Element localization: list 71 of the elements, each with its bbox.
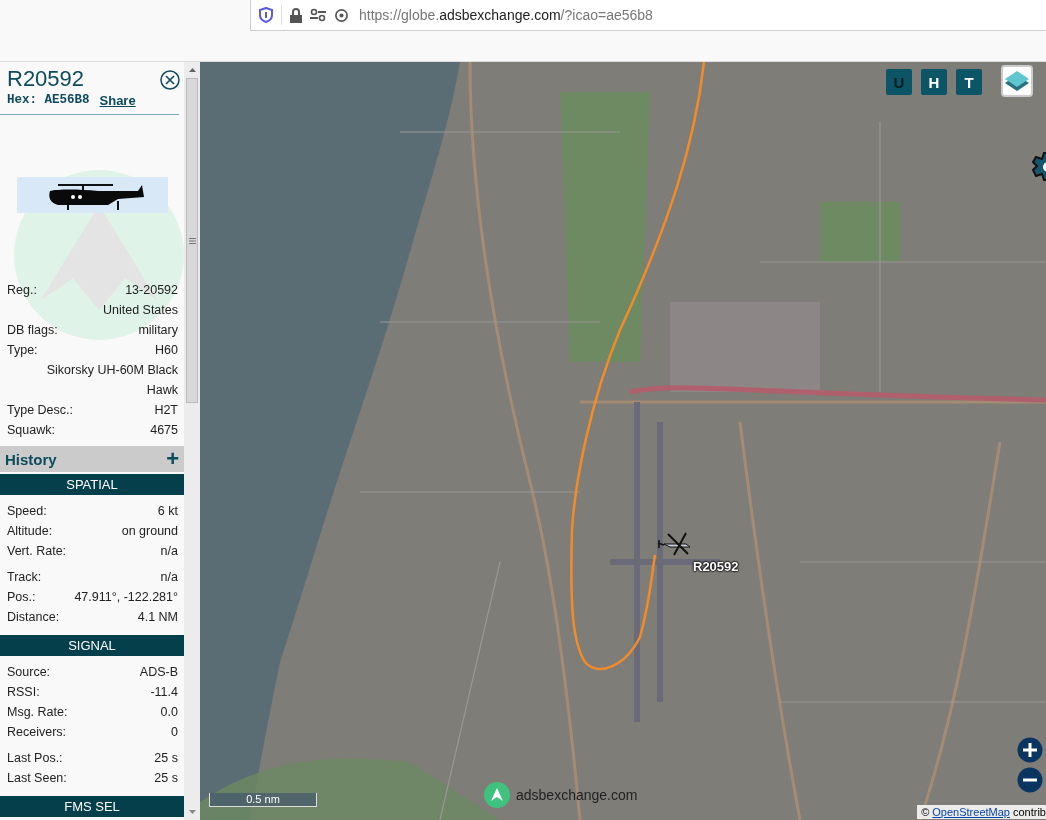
expand-toggle[interactable]: +	[166, 449, 179, 469]
copyright-text: ©	[921, 806, 930, 818]
field-label: Track:	[7, 569, 42, 586]
url-text[interactable]: https://globe.adsbexchange.com/?icao=ae56b8	[359, 7, 653, 23]
lock-icon[interactable]	[290, 7, 302, 23]
field-value: ADS-B	[139, 664, 178, 681]
field-value: H60	[155, 342, 178, 359]
field-value: on ground	[121, 523, 178, 540]
section-header: SIGNAL	[0, 635, 184, 656]
sliders-icon[interactable]	[310, 8, 326, 22]
grip-icon	[188, 237, 196, 244]
logo-icon	[484, 782, 510, 808]
logo-text: adsbexchange.com	[516, 787, 638, 803]
scale-bar: 0.5 nm	[209, 793, 317, 807]
field-value: 47.911°, -122.281°	[74, 589, 178, 606]
scrollbar-thumb[interactable]	[186, 78, 198, 403]
field-label: Altitude:	[7, 523, 53, 540]
field-value: 4.1 NM	[137, 609, 178, 626]
field-label: Reg.:	[7, 282, 37, 299]
aircraft-label: R20592	[693, 559, 739, 574]
field-value: United States	[102, 302, 178, 319]
close-icon	[160, 70, 180, 90]
field-label: Speed:	[7, 503, 47, 520]
close-button[interactable]	[160, 68, 180, 90]
osm-link[interactable]: OpenStreetMap	[932, 806, 1010, 818]
field-value: military	[138, 322, 178, 339]
shield-icon[interactable]	[259, 7, 273, 23]
zoom-out-icon[interactable]	[1017, 767, 1043, 793]
field-label: Vert. Rate:	[7, 543, 67, 560]
scrollbar[interactable]	[184, 62, 200, 820]
toggle-button[interactable]: T	[956, 69, 982, 95]
field-label: Last Seen:	[7, 770, 67, 787]
field-value: -11.4	[150, 684, 178, 701]
scroll-up-icon[interactable]	[188, 68, 196, 72]
field-label: Distance:	[7, 609, 60, 626]
target-icon[interactable]	[334, 7, 349, 23]
callsign-title: R20592	[7, 66, 85, 92]
field-label: RSSI:	[7, 684, 40, 701]
share-link[interactable]: Share	[99, 93, 136, 108]
layers-button[interactable]	[1001, 65, 1033, 97]
scroll-down-icon[interactable]	[188, 810, 196, 814]
field-value: 13-20592	[125, 282, 178, 299]
field-value: n/a	[160, 569, 178, 586]
section-header: SPATIAL	[0, 474, 184, 495]
field-value: 0.0	[160, 704, 178, 721]
history-bar[interactable]: History +	[0, 446, 184, 472]
field-value: 25 s	[154, 770, 178, 787]
history-title: History	[5, 450, 57, 468]
field-value: 6 kt	[157, 503, 178, 520]
field-label: Type Desc.:	[7, 402, 73, 419]
field-label: Type:	[7, 342, 38, 359]
field-value: Sikorsky UH-60M Black Hawk	[45, 362, 178, 399]
field-value: H2T	[154, 402, 178, 419]
field-value: 0	[171, 724, 178, 741]
field-value: 25 s	[154, 750, 178, 767]
address-bar[interactable]: https://globe.adsbexchange.com/?icao=ae56b8	[250, 0, 1046, 31]
field-label: Squawk:	[7, 422, 55, 439]
field-label: Msg. Rate:	[7, 704, 68, 721]
field-label: Pos.:	[7, 589, 36, 606]
field-label: Last Pos.:	[7, 750, 63, 767]
section-header: FMS SEL	[0, 796, 184, 817]
field-label: DB flags:	[7, 322, 58, 339]
field-label: Receivers:	[7, 724, 67, 741]
hex-code: Hex: AE56B8	[7, 93, 90, 108]
toggle-button[interactable]: H	[921, 69, 947, 95]
field-label: Source:	[7, 664, 51, 681]
zoom-in-icon[interactable]	[1017, 737, 1043, 763]
attribution-text: contrib	[1012, 806, 1046, 818]
field-value: n/a	[160, 543, 178, 560]
layers-icon	[1004, 69, 1030, 93]
field-value: 4675	[150, 422, 178, 439]
